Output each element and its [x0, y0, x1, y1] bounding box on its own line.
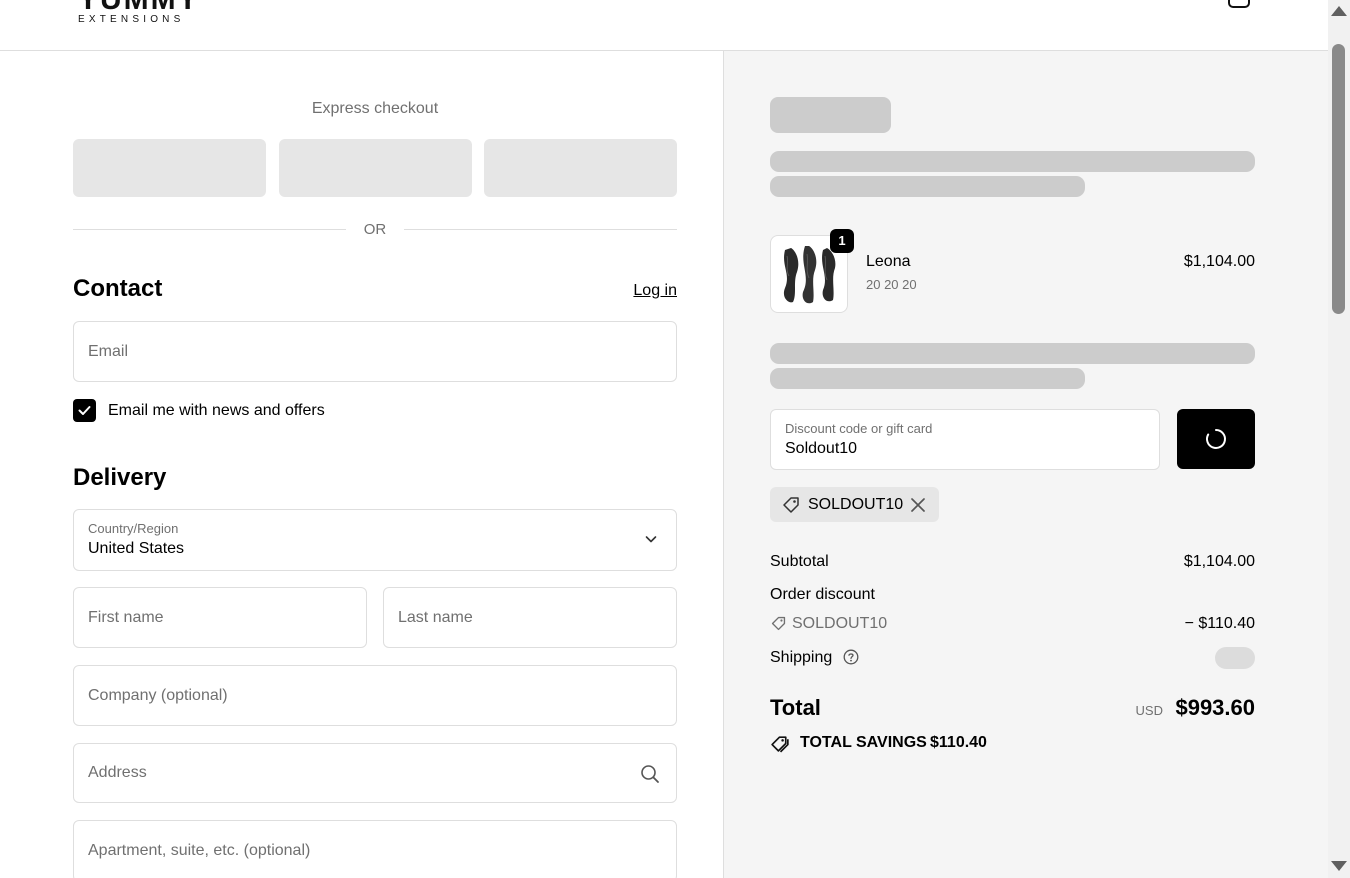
help-icon[interactable] — [843, 649, 859, 665]
email-field[interactable]: Email — [73, 321, 677, 382]
or-text: OR — [363, 221, 387, 238]
login-link[interactable]: Log in — [633, 282, 677, 300]
last-name-placeholder: Last name — [398, 608, 473, 626]
checkmark-icon — [78, 406, 91, 415]
product-price: $1,104.00 — [1183, 253, 1255, 270]
express-pay-button-1[interactable] — [73, 139, 266, 197]
shipping-loading-skeleton — [1215, 647, 1255, 669]
order-discount-label: Order discount — [770, 586, 875, 603]
brand-logo[interactable]: YUMMY EXTENSIONS — [78, 0, 200, 26]
express-pay-button-2[interactable] — [279, 139, 472, 197]
total-savings-label: TOTAL SAVINGS — [800, 734, 927, 751]
loading-skeleton — [770, 343, 1255, 364]
product-variant: 20 20 20 — [866, 277, 917, 292]
brand-tagline: EXTENSIONS — [78, 14, 185, 25]
apply-discount-button[interactable] — [1177, 409, 1255, 469]
loading-skeleton — [770, 151, 1255, 172]
discount-amount: − $110.40 — [1184, 615, 1255, 632]
search-icon[interactable] — [640, 764, 660, 784]
first-name-placeholder: First name — [88, 608, 164, 626]
delivery-title: Delivery — [73, 464, 167, 491]
discount-code-field[interactable]: Discount code or gift card Soldout10 — [770, 409, 1160, 470]
country-value: United States — [88, 540, 185, 557]
newsletter-label: Email me with news and offers — [108, 402, 325, 419]
total-value: $993.60 — [1175, 695, 1255, 720]
discount-code-value: Soldout10 — [785, 440, 858, 457]
loading-spinner-icon — [1206, 429, 1226, 449]
country-select[interactable]: Country/Region United States — [73, 509, 677, 571]
remove-discount-icon[interactable] — [910, 497, 926, 513]
product-name: Leona — [866, 253, 911, 270]
or-divider: OR — [73, 221, 677, 239]
total-savings-value: $110.40 — [930, 734, 987, 751]
company-placeholder: Company (optional) — [88, 686, 228, 704]
loading-skeleton — [770, 176, 1085, 197]
scrollbar[interactable] — [1328, 0, 1350, 878]
loading-skeleton — [770, 97, 891, 133]
tag-icon — [783, 497, 799, 513]
checkout-form: Express checkout OR Contact Log in Email… — [0, 51, 723, 878]
first-name-field[interactable]: First name — [73, 587, 367, 648]
shipping-label: Shipping — [770, 649, 833, 666]
applied-discount-code: SOLDOUT10 — [808, 496, 904, 513]
express-pay-button-3[interactable] — [484, 139, 677, 197]
brand-name: YUMMY — [78, 0, 200, 15]
savings-tag-icon — [771, 736, 789, 753]
express-checkout-title: Express checkout — [311, 100, 439, 117]
apartment-field[interactable]: Apartment, suite, etc. (optional) — [73, 820, 677, 878]
chevron-down-icon — [645, 536, 657, 543]
tag-icon — [771, 616, 786, 631]
order-summary: 1 Leona 20 20 20 $1,104.00 Discount code… — [723, 51, 1328, 878]
scrollbar-thumb[interactable] — [1332, 44, 1345, 314]
company-field[interactable]: Company (optional) — [73, 665, 677, 726]
total-label: Total — [770, 695, 821, 720]
applied-discount-chip: SOLDOUT10 — [770, 487, 939, 522]
address-placeholder: Address — [88, 764, 147, 781]
subtotal-value: $1,104.00 — [1183, 553, 1255, 570]
email-placeholder: Email — [88, 342, 129, 360]
contact-title: Contact — [73, 275, 163, 302]
apartment-placeholder: Apartment, suite, etc. (optional) — [88, 842, 311, 859]
last-name-field[interactable]: Last name — [383, 587, 677, 648]
shopping-bag-icon[interactable] — [1228, 0, 1250, 8]
scroll-up-arrow-icon[interactable] — [1331, 6, 1347, 16]
country-label: Country/Region — [88, 521, 179, 536]
scroll-down-arrow-icon[interactable] — [1331, 861, 1347, 871]
loading-skeleton — [770, 368, 1085, 389]
quantity-badge: 1 — [830, 229, 854, 253]
header: YUMMY EXTENSIONS — [0, 0, 1328, 51]
newsletter-checkbox[interactable] — [73, 399, 96, 422]
currency-code: USD — [1135, 703, 1163, 718]
subtotal-label: Subtotal — [770, 553, 829, 570]
address-field[interactable]: Address — [73, 743, 677, 803]
discount-code-label: Discount code or gift card — [785, 421, 933, 436]
discount-code-summary: SOLDOUT10 — [792, 615, 888, 632]
